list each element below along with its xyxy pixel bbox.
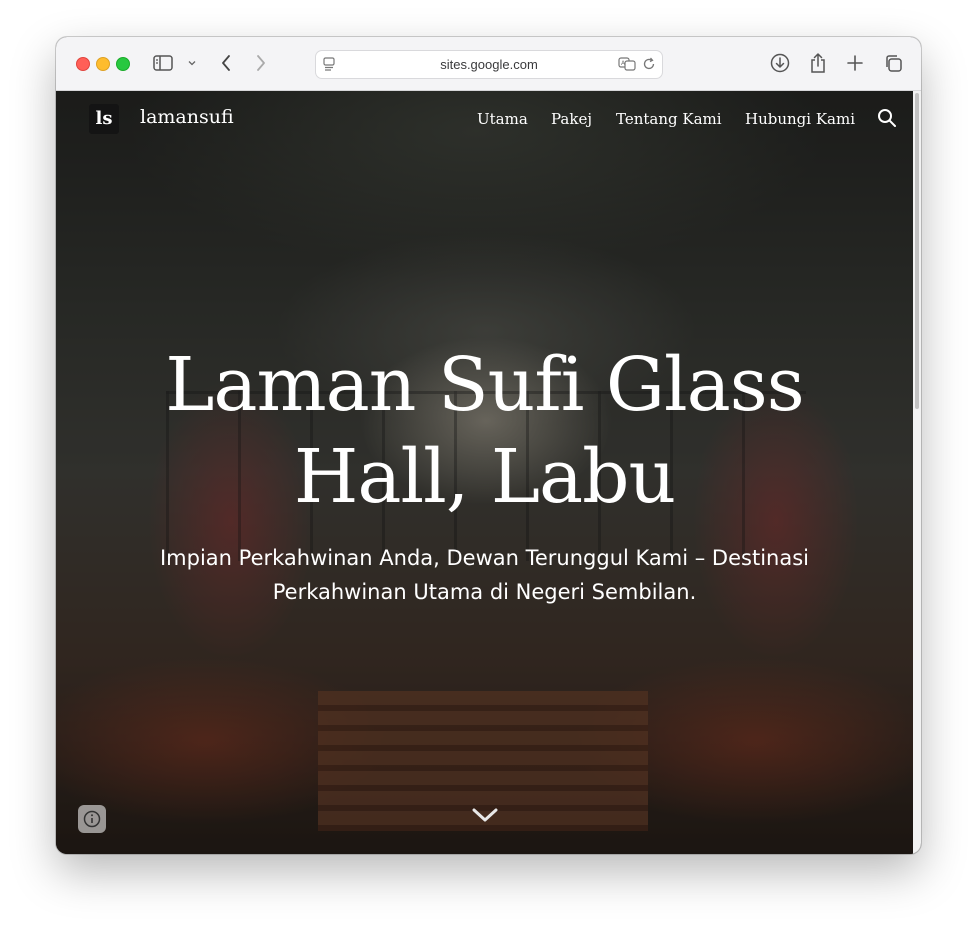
scroll-down-icon[interactable] xyxy=(472,807,498,828)
site-name[interactable]: lamansufi xyxy=(140,106,234,128)
hero-title: Laman Sufi Glass Hall, Labu xyxy=(165,342,805,520)
close-window-button[interactable] xyxy=(76,57,90,71)
reload-icon[interactable] xyxy=(642,57,656,76)
nav-item-tentang-kami[interactable]: Tentang Kami xyxy=(616,110,722,128)
chevron-right-icon[interactable] xyxy=(253,51,269,75)
browser-toolbar: sites.google.com A xyxy=(56,37,921,91)
search-icon[interactable] xyxy=(877,108,897,133)
chevron-down-icon[interactable] xyxy=(187,51,197,75)
translate-icon[interactable]: A xyxy=(618,57,636,76)
nav-item-utama[interactable]: Utama xyxy=(477,110,528,130)
address-bar[interactable]: sites.google.com A xyxy=(315,50,663,79)
url-text: sites.google.com xyxy=(440,57,538,72)
zoom-window-button[interactable] xyxy=(116,57,130,71)
browser-window: sites.google.com A ls lamansufi Utama Pa… xyxy=(56,37,921,854)
site-logo[interactable]: ls xyxy=(89,104,119,134)
page-scrollbar[interactable] xyxy=(913,91,921,854)
minimize-window-button[interactable] xyxy=(96,57,110,71)
plus-icon[interactable] xyxy=(845,51,865,75)
scrollbar-thumb[interactable] xyxy=(915,93,919,409)
site-header: ls lamansufi Utama Pakej Tentang Kami Hu… xyxy=(56,91,913,147)
nav-item-hubungi-kami[interactable]: Hubungi Kami xyxy=(745,110,855,128)
hero-subtitle: Impian Perkahwinan Anda, Dewan Terunggul… xyxy=(159,546,809,604)
share-icon[interactable] xyxy=(808,51,828,75)
sidebar-icon[interactable] xyxy=(152,51,174,75)
nav-item-pakej[interactable]: Pakej xyxy=(551,110,592,128)
tabs-icon[interactable] xyxy=(882,51,904,75)
info-icon[interactable] xyxy=(78,805,106,833)
download-icon[interactable] xyxy=(769,51,791,75)
hero-section: ls lamansufi Utama Pakej Tentang Kami Hu… xyxy=(56,91,913,854)
chevron-left-icon[interactable] xyxy=(218,51,234,75)
